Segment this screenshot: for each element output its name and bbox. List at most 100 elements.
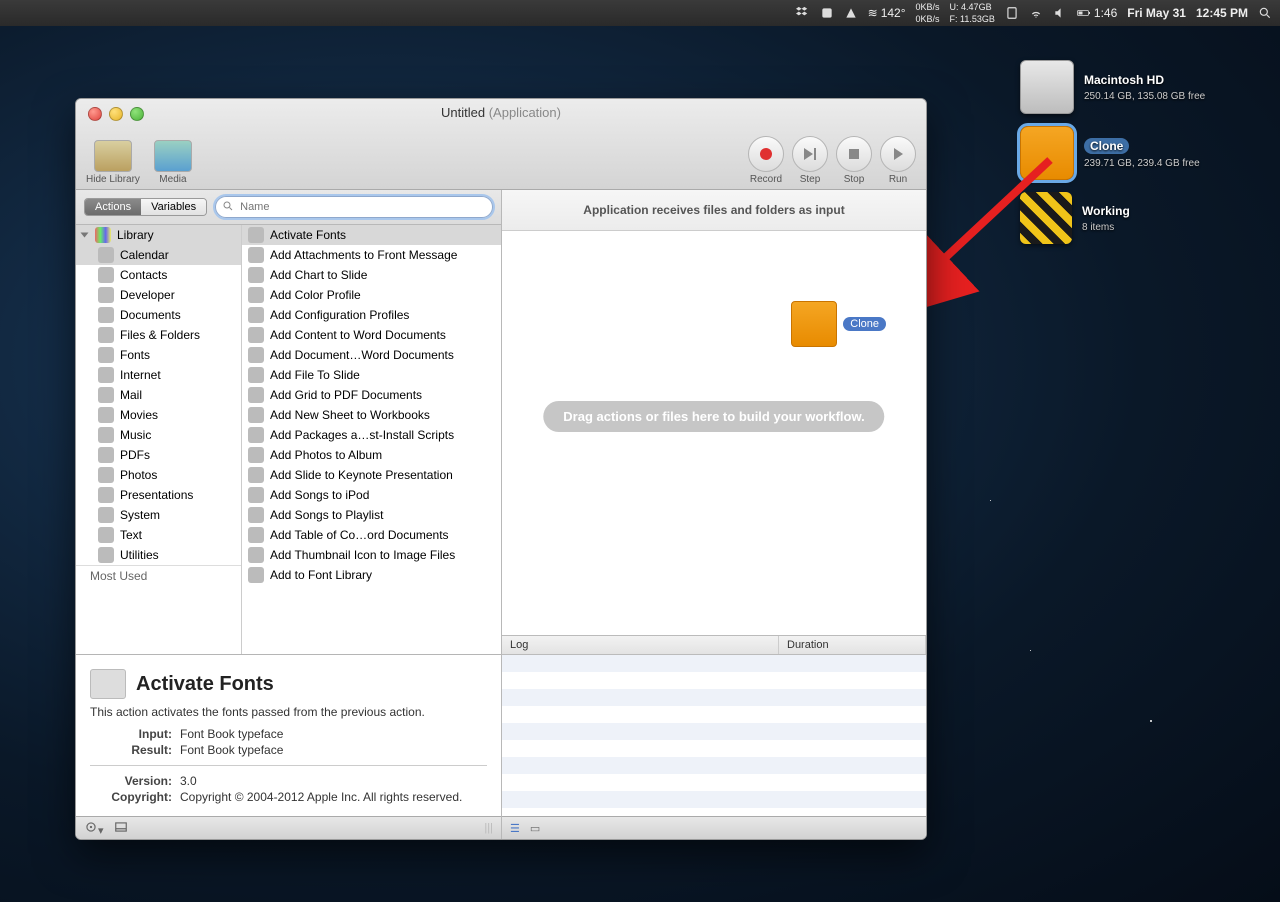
library-header-row[interactable]: Library [76, 225, 241, 245]
action-row[interactable]: Add Attachments to Front Message [242, 245, 501, 265]
copyright-label: Copyright: [90, 790, 172, 804]
log-table-body[interactable] [502, 655, 926, 816]
action-row[interactable]: Add Content to Word Documents [242, 325, 501, 345]
category-row[interactable]: Photos [76, 465, 241, 485]
step-icon [804, 148, 816, 160]
category-icon [98, 487, 114, 503]
action-row[interactable]: Activate Fonts [242, 225, 501, 245]
temperature-indicator[interactable]: ≋ 142° [868, 6, 906, 20]
disclosure-triangle-icon[interactable] [81, 233, 89, 238]
spotlight-icon[interactable] [1258, 6, 1272, 20]
step-button[interactable]: Step [792, 136, 828, 185]
stop-button[interactable]: Stop [836, 136, 872, 185]
action-row[interactable]: Add Configuration Profiles [242, 305, 501, 325]
category-icon [98, 447, 114, 463]
desktop-item[interactable]: Working8 items [1020, 192, 1240, 244]
log-col-header[interactable]: Log [502, 636, 779, 654]
category-row[interactable]: PDFs [76, 445, 241, 465]
net-down: 0KB/s [916, 15, 940, 24]
category-row[interactable]: System [76, 505, 241, 525]
action-label: Add Grid to PDF Documents [270, 388, 422, 402]
battery-icon[interactable]: 1:46 [1077, 6, 1117, 20]
menubar-date[interactable]: Fri May 31 [1127, 6, 1186, 20]
drag-hint: Drag actions or files here to build your… [543, 401, 884, 432]
wifi-icon[interactable] [1029, 6, 1043, 20]
tab-variables[interactable]: Variables [141, 199, 206, 215]
view-flow-button[interactable]: ▭ [530, 822, 540, 835]
category-row[interactable]: Music [76, 425, 241, 445]
search-field[interactable] [215, 196, 493, 218]
search-input[interactable] [215, 196, 493, 218]
category-row[interactable]: Text [76, 525, 241, 545]
window-titlebar[interactable]: Untitled (Application) Hide Library Medi… [76, 99, 926, 190]
library-icon [94, 140, 132, 172]
action-row[interactable]: Add Color Profile [242, 285, 501, 305]
category-row[interactable]: Mail [76, 385, 241, 405]
action-icon [248, 307, 264, 323]
hide-library-button[interactable]: Hide Library [86, 140, 140, 185]
duration-col-header[interactable]: Duration [779, 636, 926, 654]
action-row[interactable]: Add Songs to Playlist [242, 505, 501, 525]
category-row[interactable]: Utilities [76, 545, 241, 565]
category-row[interactable]: Presentations [76, 485, 241, 505]
category-label: Text [120, 528, 142, 542]
volume-icon[interactable] [1053, 6, 1067, 20]
workflow-status-bar: ☰ ▭ [502, 816, 926, 839]
category-row[interactable]: Movies [76, 405, 241, 425]
library-pane: Actions Variables Library CalendarContac… [76, 190, 502, 839]
action-row[interactable]: Add Thumbnail Icon to Image Files [242, 545, 501, 565]
desktop-item[interactable]: Clone239.71 GB, 239.4 GB free [1020, 126, 1240, 180]
record-icon [760, 148, 772, 160]
run-button[interactable]: Run [880, 136, 916, 185]
action-row[interactable]: Add New Sheet to Workbooks [242, 405, 501, 425]
category-row[interactable]: Contacts [76, 265, 241, 285]
action-row[interactable]: Add to Font Library [242, 565, 501, 585]
memory-monitor[interactable]: U: 4.47GB F: 11.53GB [950, 3, 995, 24]
category-row[interactable]: Fonts [76, 345, 241, 365]
category-row[interactable]: Calendar [76, 245, 241, 265]
dropped-item[interactable]: Clone [791, 301, 886, 347]
category-list[interactable]: Library CalendarContactsDeveloperDocumen… [76, 225, 242, 654]
log-table-header: Log Duration [502, 636, 926, 655]
action-row[interactable]: Add File To Slide [242, 365, 501, 385]
desktop-icons: Macintosh HD250.14 GB, 135.08 GB free Clo… [1020, 60, 1240, 244]
script-icon[interactable] [844, 6, 858, 20]
category-row[interactable]: Documents [76, 305, 241, 325]
action-row[interactable]: Add Photos to Album [242, 445, 501, 465]
action-row[interactable]: Add Grid to PDF Documents [242, 385, 501, 405]
automator-window: Untitled (Application) Hide Library Medi… [75, 98, 927, 840]
workflow-canvas[interactable]: Clone Drag actions or files here to buil… [502, 231, 926, 635]
tab-actions[interactable]: Actions [85, 199, 141, 215]
menu-extra-icon[interactable] [820, 6, 834, 20]
action-row[interactable]: Add Slide to Keynote Presentation [242, 465, 501, 485]
action-list[interactable]: Activate FontsAdd Attachments to Front M… [242, 225, 501, 654]
action-row[interactable]: Add Document…Word Documents [242, 345, 501, 365]
category-row[interactable]: Files & Folders [76, 325, 241, 345]
gear-menu-button[interactable]: ▾ [84, 820, 104, 837]
bluetooth-icon[interactable] [1005, 6, 1019, 20]
action-row[interactable]: Add Table of Co…ord Documents [242, 525, 501, 545]
dropbox-icon[interactable] [796, 6, 810, 20]
action-row[interactable]: Add Chart to Slide [242, 265, 501, 285]
workflow-input-header[interactable]: Application receives files and folders a… [502, 190, 926, 231]
view-list-button[interactable]: ☰ [510, 822, 520, 835]
action-label: Add Color Profile [270, 288, 361, 302]
panel-toggle-button[interactable] [114, 820, 128, 837]
network-monitor[interactable]: 0KB/s 0KB/s [916, 3, 940, 24]
category-row[interactable]: Internet [76, 365, 241, 385]
record-button[interactable]: Record [748, 136, 784, 185]
most-used-row[interactable]: Most Used [76, 565, 241, 586]
media-button[interactable]: Media [154, 140, 192, 185]
action-row[interactable]: Add Packages a…st-Install Scripts [242, 425, 501, 445]
desktop-item[interactable]: Macintosh HD250.14 GB, 135.08 GB free [1020, 60, 1240, 114]
category-label: Files & Folders [120, 328, 200, 342]
drive-icon [1020, 126, 1074, 180]
desktop-item-sub: 239.71 GB, 239.4 GB free [1084, 158, 1200, 169]
category-row[interactable]: Developer [76, 285, 241, 305]
category-label: Movies [120, 408, 158, 422]
category-icon [98, 327, 114, 343]
action-row[interactable]: Add Songs to iPod [242, 485, 501, 505]
menubar-clock[interactable]: 12:45 PM [1196, 6, 1248, 20]
action-icon [90, 669, 126, 699]
media-icon [154, 140, 192, 172]
